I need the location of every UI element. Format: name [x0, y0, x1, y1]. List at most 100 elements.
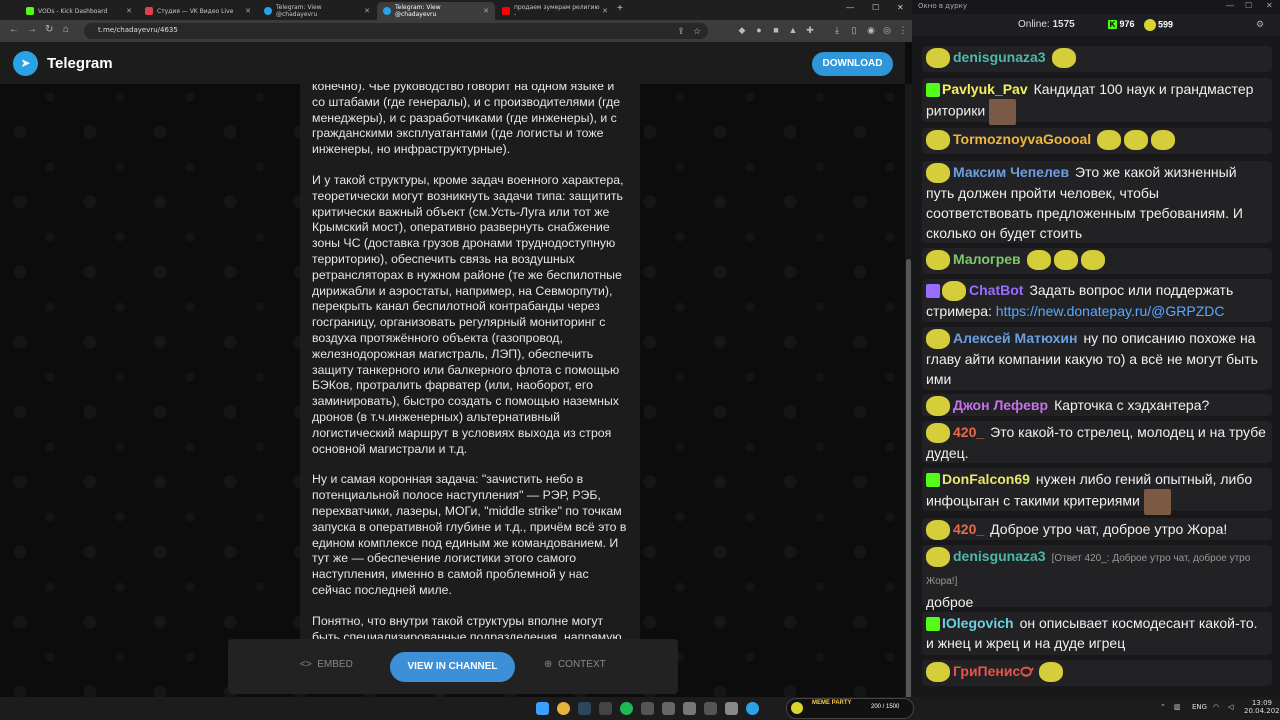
vk-icon: [145, 7, 153, 15]
tab-kick-vods[interactable]: VODs - Kick Dashboard ✕: [20, 2, 138, 20]
minimize-icon[interactable]: —: [1226, 1, 1234, 10]
steam-icon[interactable]: [578, 702, 591, 715]
telegram-logo-icon[interactable]: ➤: [13, 51, 38, 76]
code-icon: <>: [300, 659, 312, 670]
app-icon[interactable]: [641, 702, 654, 715]
app-icon[interactable]: [683, 702, 696, 715]
page-scrollbar[interactable]: [905, 84, 912, 697]
tab-youtube[interactable]: продаем зумерам религию - ✕: [496, 2, 614, 20]
close-icon[interactable]: ✕: [126, 7, 132, 15]
close-icon[interactable]: ✕: [602, 7, 608, 15]
tab-vk-studio[interactable]: Студия — VK Видео Live ✕: [139, 2, 257, 20]
back-icon[interactable]: ←: [9, 24, 19, 35]
network-icon[interactable]: ▥: [1174, 703, 1181, 711]
pepe-emote: [1151, 130, 1176, 151]
other-count: 599: [1158, 19, 1174, 30]
chat-message: denisgunaza3: [922, 46, 1272, 72]
extension-icon[interactable]: ▲: [788, 25, 798, 35]
chrome-icon[interactable]: [557, 702, 570, 715]
chat-username[interactable]: Алексей Матюхин: [953, 330, 1077, 346]
meme-party-icon: [791, 702, 803, 714]
telegram-icon[interactable]: [746, 702, 759, 715]
post-paragraph: конечно). Чье руководство говорит на одн…: [312, 84, 621, 157]
sidebar-icon[interactable]: ▯: [849, 25, 859, 35]
star-icon[interactable]: ☆: [692, 26, 702, 36]
chat-username[interactable]: denisgunaza3: [953, 548, 1046, 564]
close-icon[interactable]: ✕: [364, 7, 370, 15]
chat-username[interactable]: Pavlyuk_Pav: [942, 81, 1028, 97]
brand-title[interactable]: Telegram: [47, 55, 113, 72]
reload-icon[interactable]: ↻: [45, 24, 53, 35]
wifi-icon[interactable]: ◠: [1213, 703, 1219, 711]
chat-username[interactable]: Джон Лефевр: [953, 397, 1048, 413]
clock-time: 13:09: [1251, 699, 1272, 707]
tab-title: VODs - Kick Dashboard: [38, 7, 108, 15]
close-window-icon[interactable]: ✕: [1266, 1, 1273, 10]
tab-telegram-1[interactable]: Telegram: View @chadayevru ✕: [258, 2, 376, 20]
chat-username[interactable]: ChatBot: [969, 282, 1023, 298]
taskbar: MEME PARTY 200 / 1500 ⌃ ▥ ENG ◠ ◁ 13:09 2…: [0, 697, 1280, 720]
app-icon[interactable]: [662, 702, 675, 715]
home-icon[interactable]: ⌂: [63, 24, 69, 35]
download-icon[interactable]: ⤓: [832, 25, 842, 35]
speaker-icon[interactable]: ◁: [1228, 703, 1233, 711]
chat-username[interactable]: IOlegovich: [942, 615, 1014, 631]
donate-link[interactable]: https://new.donatepay.ru/@GRPZDC: [996, 303, 1225, 319]
language-indicator[interactable]: ENG: [1192, 703, 1207, 711]
share-icon[interactable]: ⇪: [676, 26, 686, 36]
maximize-icon[interactable]: ☐: [872, 3, 879, 12]
clock[interactable]: 13:0920.04.2026: [1244, 699, 1280, 715]
chat-message: IOlegovich он описывает космодесант какой…: [922, 612, 1272, 655]
meme-party-value: 200 / 1500: [871, 704, 900, 710]
close-window-icon[interactable]: ✕: [897, 3, 904, 12]
chevron-up-icon[interactable]: ⌃: [1160, 703, 1166, 711]
minimize-icon[interactable]: —: [846, 3, 854, 12]
extension-icon[interactable]: ●: [754, 25, 764, 35]
menu-icon[interactable]: ⋮: [898, 25, 908, 35]
tab-title: Telegram: View @chadayevru: [276, 4, 322, 18]
view-in-channel-button[interactable]: VIEW IN CHANNEL: [390, 652, 515, 682]
chat-message: ГриПенис℺: [922, 660, 1272, 686]
lens-icon[interactable]: ◎: [882, 25, 892, 35]
close-icon[interactable]: ✕: [483, 7, 489, 15]
chat-username[interactable]: TormoznoyvaGoooal: [953, 131, 1091, 147]
tab-bar: VODs - Kick Dashboard ✕ Студия — VK Виде…: [0, 0, 912, 20]
pepe-icon: [926, 329, 950, 350]
telegram-icon: [383, 7, 391, 15]
chat-username[interactable]: Максим Чепелев: [953, 164, 1069, 180]
extension-icon[interactable]: ■: [771, 25, 781, 35]
context-button[interactable]: ⊕ CONTEXT: [544, 659, 606, 670]
spotify-icon[interactable]: [620, 702, 633, 715]
kick-count: 976: [1119, 19, 1135, 29]
url-input[interactable]: t.me/chadayevru/4635 ⇪ ☆: [84, 23, 708, 39]
chat-message: 420_ Доброе утро чат, доброе утро Жора!: [922, 518, 1272, 541]
new-tab-button[interactable]: +: [617, 3, 623, 14]
kick-icon: K: [1108, 20, 1117, 30]
windows-start-icon[interactable]: [536, 702, 549, 715]
profile-icon[interactable]: ◉: [866, 25, 876, 35]
puzzle-icon[interactable]: ✚: [805, 25, 815, 35]
chat-stats-bar: Online: 1575 K 976 599 ⚙: [912, 14, 1280, 36]
chat-username[interactable]: Малогрев: [953, 251, 1021, 267]
chat-username[interactable]: DonFalcon69: [942, 471, 1030, 487]
close-icon[interactable]: ✕: [245, 7, 251, 15]
download-button[interactable]: DOWNLOAD: [812, 52, 893, 76]
chat-username[interactable]: 420_: [953, 521, 984, 537]
forward-icon[interactable]: →: [27, 24, 37, 35]
pepe-emote: [1051, 48, 1076, 69]
chat-username[interactable]: ГриПенис℺: [953, 663, 1033, 679]
pepe-emote: [1080, 250, 1105, 271]
app-icon[interactable]: [704, 702, 717, 715]
extension-icon[interactable]: ◆: [737, 25, 747, 35]
pepe-icon: [926, 662, 950, 683]
app-icon[interactable]: [725, 702, 738, 715]
app-icon[interactable]: [599, 702, 612, 715]
meme-party-widget[interactable]: MEME PARTY 200 / 1500: [786, 698, 914, 719]
scroll-thumb[interactable]: [906, 259, 911, 697]
embed-button[interactable]: <> EMBED: [300, 659, 353, 670]
maximize-icon[interactable]: ☐: [1245, 1, 1252, 10]
tab-telegram-active[interactable]: Telegram: View @chadayevru ✕: [377, 2, 495, 20]
settings-icon[interactable]: ⚙: [1256, 19, 1264, 30]
chat-username[interactable]: 420_: [953, 424, 984, 440]
chat-username[interactable]: denisgunaza3: [953, 49, 1046, 65]
